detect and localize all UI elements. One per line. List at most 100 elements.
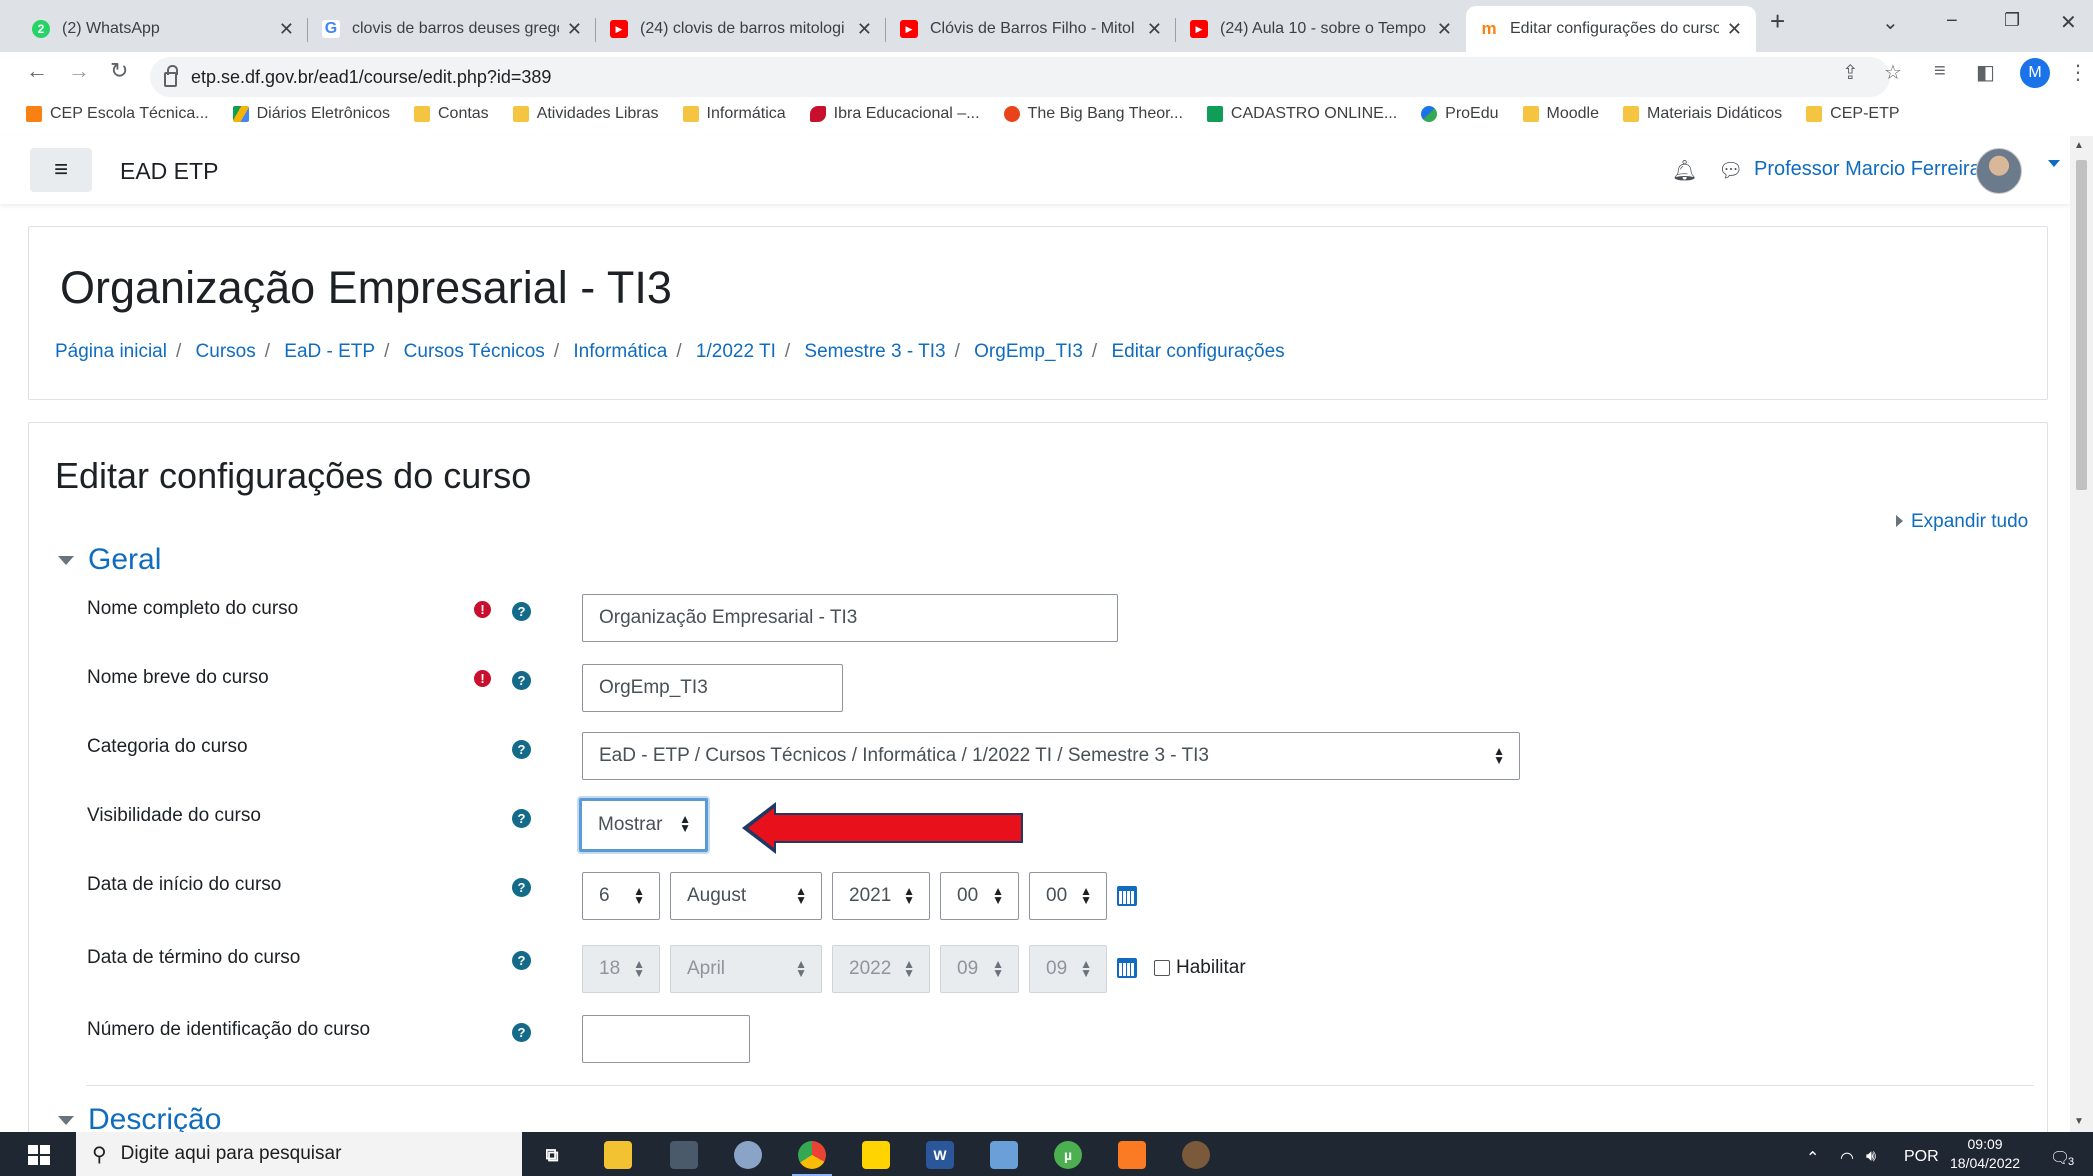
bookmark-item[interactable]: Contas: [413, 105, 489, 123]
close-icon[interactable]: ✕: [567, 19, 582, 40]
close-icon[interactable]: ✕: [1147, 19, 1162, 40]
help-icon[interactable]: ?: [512, 951, 531, 970]
tab-edit-course[interactable]: m Editar configurações do curso ✕: [1466, 6, 1756, 52]
chrome-icon[interactable]: [792, 1141, 832, 1176]
drawer-toggle-button[interactable]: ≡: [30, 148, 92, 192]
site-name[interactable]: EAD ETP: [120, 158, 218, 185]
star-icon[interactable]: ☆: [1884, 60, 1902, 85]
help-icon[interactable]: ?: [512, 809, 531, 828]
fullname-input[interactable]: Organização Empresarial - TI3: [582, 594, 1118, 642]
tab-youtube-1[interactable]: ▶ (24) clovis de barros mitologi ✕: [596, 6, 886, 52]
volume-icon[interactable]: 🔊︎: [1866, 1148, 1876, 1166]
breadcrumb-item[interactable]: Editar configurações: [1111, 341, 1284, 362]
calendar-icon[interactable]: [1117, 886, 1137, 906]
tab-search-icon[interactable]: ⌄: [1882, 10, 1899, 35]
tab-whatsapp[interactable]: 2 (2) WhatsApp ✕: [18, 6, 308, 52]
calculator-icon[interactable]: [670, 1141, 698, 1169]
bookmark-item[interactable]: CADASTRO ONLINE...: [1206, 105, 1397, 123]
help-icon[interactable]: ?: [512, 740, 531, 759]
scrollbar-thumb[interactable]: [2076, 160, 2087, 490]
back-icon[interactable]: ←: [26, 58, 48, 84]
startdate-hour-select[interactable]: 00 ▲ ▼: [940, 872, 1019, 920]
wifi-icon[interactable]: ◠: [1840, 1148, 1854, 1168]
startdate-minute-select[interactable]: 00 ▲ ▼: [1029, 872, 1107, 920]
section-general-toggle[interactable]: Geral: [58, 543, 161, 577]
breadcrumb-item[interactable]: EaD - ETP: [284, 341, 375, 362]
profile-avatar[interactable]: M: [2020, 58, 2050, 88]
paint-icon[interactable]: [734, 1141, 762, 1169]
word-icon[interactable]: W: [926, 1141, 954, 1169]
bookmark-item[interactable]: Atividades Libras: [512, 105, 659, 123]
language-indicator[interactable]: POR: [1904, 1148, 1939, 1166]
tab-google-search[interactable]: G clovis de barros deuses grego ✕: [308, 6, 596, 52]
enddate-enable-label[interactable]: Habilitar: [1176, 957, 1246, 979]
tab-youtube-2[interactable]: ▶ Clóvis de Barros Filho - Mitol ✕: [886, 6, 1176, 52]
chat-icon[interactable]: 💬︎: [1718, 158, 1743, 183]
calendar-icon[interactable]: [1117, 958, 1137, 978]
side-panel-icon[interactable]: ◧: [1976, 60, 1995, 85]
chevron-up-icon[interactable]: ⌃: [1806, 1148, 1819, 1168]
breadcrumb-item[interactable]: 1/2022 TI: [696, 341, 776, 362]
close-icon[interactable]: ✕: [857, 19, 872, 40]
bookmark-item[interactable]: Materiais Didáticos: [1623, 105, 1782, 123]
restore-icon[interactable]: ❐: [2004, 10, 2020, 31]
task-view-icon[interactable]: ⧉: [538, 1141, 566, 1169]
user-avatar[interactable]: [1976, 148, 2022, 194]
bookmark-item[interactable]: Diários Eletrônicos: [232, 105, 390, 123]
help-icon[interactable]: ?: [512, 1023, 531, 1042]
bookmark-item[interactable]: ProEdu: [1421, 105, 1499, 123]
tab-youtube-3[interactable]: ▶ (24) Aula 10 - sobre o Tempo ✕: [1176, 6, 1466, 52]
share-icon[interactable]: ⇪: [1842, 60, 1859, 85]
bookmark-item[interactable]: CEP-ETP: [1806, 105, 1900, 123]
sticky-notes-icon[interactable]: [862, 1141, 890, 1169]
minimize-icon[interactable]: −: [1946, 10, 1958, 33]
address-bar[interactable]: etp.se.df.gov.br/ead1/course/edit.php?id…: [150, 57, 1890, 97]
user-menu-name[interactable]: Professor Marcio Ferreira: [1754, 158, 1981, 181]
reload-icon[interactable]: ↻: [110, 58, 128, 84]
close-icon[interactable]: ✕: [1437, 19, 1452, 40]
expand-all-link[interactable]: Expandir tudo: [1896, 511, 2028, 533]
gimp-icon[interactable]: [1182, 1141, 1210, 1169]
breadcrumb-item[interactable]: Cursos: [196, 341, 256, 362]
lock-icon[interactable]: [164, 64, 178, 87]
help-icon[interactable]: ?: [512, 602, 531, 621]
new-tab-button[interactable]: +: [1770, 6, 1785, 37]
browser-menu-icon[interactable]: ⋮: [2068, 60, 2088, 85]
bell-icon[interactable]: 🔔︎: [1672, 158, 1697, 183]
utorrent-icon[interactable]: µ: [1054, 1141, 1082, 1169]
breadcrumb-item[interactable]: Semestre 3 - TI3: [804, 341, 945, 362]
breadcrumb-item[interactable]: Informática: [573, 341, 667, 362]
close-window-icon[interactable]: ✕: [2060, 10, 2077, 35]
taskbar-search-box[interactable]: ⚲ Digite aqui para pesquisar: [76, 1132, 522, 1176]
idnumber-input[interactable]: [582, 1015, 750, 1063]
taskbar-clock[interactable]: 09:09 18/04/2022: [1950, 1135, 2020, 1173]
chevron-down-icon[interactable]: [2048, 160, 2060, 167]
bookmark-item[interactable]: CEP Escola Técnica...: [26, 105, 209, 123]
xampp-icon[interactable]: [1118, 1141, 1146, 1169]
shortname-input[interactable]: OrgEmp_TI3: [582, 664, 843, 712]
close-icon[interactable]: ✕: [279, 19, 294, 40]
bookmark-item[interactable]: The Big Bang Theor...: [1003, 105, 1183, 123]
image-viewer-icon[interactable]: [990, 1141, 1018, 1169]
startdate-year-select[interactable]: 2021 ▲ ▼: [832, 872, 930, 920]
help-icon[interactable]: ?: [512, 878, 531, 897]
breadcrumb-item[interactable]: Página inicial: [55, 341, 167, 362]
help-icon[interactable]: ?: [512, 671, 531, 690]
startdate-day-select[interactable]: 6 ▲ ▼: [582, 872, 660, 920]
file-explorer-icon[interactable]: [604, 1141, 632, 1169]
scroll-up-icon[interactable]: ▲: [2074, 140, 2084, 151]
breadcrumb-item[interactable]: Cursos Técnicos: [404, 341, 545, 362]
startdate-month-select[interactable]: August ▲ ▼: [670, 872, 822, 920]
scroll-down-icon[interactable]: ▼: [2074, 1116, 2084, 1127]
forward-icon[interactable]: →: [68, 58, 90, 84]
category-select[interactable]: EaD - ETP / Cursos Técnicos / Informátic…: [582, 732, 1520, 780]
enddate-enable-checkbox[interactable]: [1154, 960, 1170, 976]
bookmark-item[interactable]: Ibra Educacional –...: [809, 105, 980, 123]
windows-start-icon[interactable]: [28, 1145, 50, 1165]
bookmark-item[interactable]: Moodle: [1522, 105, 1599, 123]
visibility-select[interactable]: Mostrar ▲ ▼: [579, 798, 708, 852]
reading-list-icon[interactable]: ≡: [1934, 60, 1946, 83]
bookmark-item[interactable]: Informática: [682, 105, 786, 123]
breadcrumb-item[interactable]: OrgEmp_TI3: [974, 341, 1083, 362]
close-icon[interactable]: ✕: [1727, 19, 1742, 40]
